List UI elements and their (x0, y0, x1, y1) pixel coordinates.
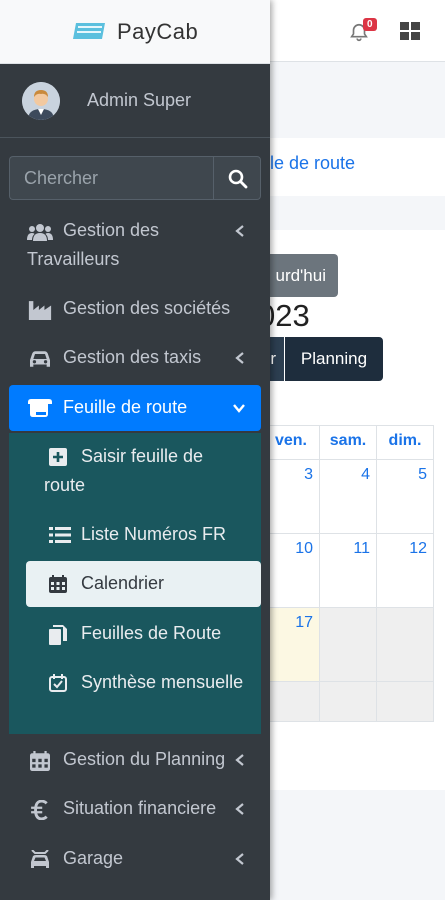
sidebar-item-label: Feuille de route (63, 397, 188, 417)
brand-name: PayCab (117, 19, 199, 44)
scroll-icon (28, 399, 52, 417)
sidebar-item-label: Gestion des sociétés (63, 298, 231, 318)
search-input[interactable] (9, 156, 214, 200)
user-avatar-icon (22, 82, 60, 120)
calendar-day[interactable] (319, 607, 377, 682)
sidebar-item-travailleurs[interactable]: Gestion des Travailleurs (9, 216, 261, 274)
calendar-day[interactable]: 11 (319, 533, 377, 608)
sidebar-item-garage[interactable]: Garage (9, 844, 261, 874)
avatar (22, 82, 60, 120)
chevron-left-icon (235, 853, 244, 865)
submenu-item-liste-numeros[interactable]: Liste Numéros FR (9, 520, 261, 550)
user-panel[interactable]: Admin Super (0, 64, 270, 138)
calendar-day[interactable]: 3 (262, 459, 320, 534)
search-icon (228, 169, 248, 189)
sidebar-item-label: Gestion des Travailleurs (27, 220, 160, 269)
sidebar-item-planning[interactable]: Gestion du Planning (9, 745, 261, 775)
submenu-item-label: Feuilles de Route (81, 623, 222, 643)
copy-icon (49, 625, 67, 645)
weekday-header[interactable]: dim. (376, 425, 434, 460)
search-button[interactable] (213, 156, 261, 200)
submenu-item-calendrier[interactable]: Calendrier (26, 561, 261, 607)
submenu-item-label: Liste Numéros FR (81, 524, 227, 544)
weekday-header[interactable]: sam. (319, 425, 377, 460)
submenu-item-synthese[interactable]: Synthèse mensuelle (9, 668, 261, 726)
sidebar-item-label: Garage (63, 848, 124, 868)
calendar-day[interactable] (376, 681, 434, 722)
sidebar-item-label: Gestion des taxis (63, 347, 202, 367)
breadcrumb-link[interactable]: ille de route (262, 153, 355, 174)
notification-badge: 0 (363, 18, 377, 31)
list-icon (49, 527, 71, 543)
sidebar-item-label: Situation financiere (63, 798, 217, 818)
calendar-grid: ven. sam. dim. 3 4 5 10 11 12 17 (262, 425, 434, 722)
chevron-left-icon (235, 352, 244, 364)
calendar-day[interactable] (319, 681, 377, 722)
industry-icon (28, 301, 52, 320)
calendar-day[interactable] (376, 607, 434, 682)
calendar-day[interactable]: 12 (376, 533, 434, 608)
submenu-item-label: Synthèse mensuelle (81, 672, 244, 692)
calendar-icon (30, 751, 50, 771)
calendar-day[interactable]: 5 (376, 459, 434, 534)
calendar-day[interactable]: 10 (262, 533, 320, 608)
user-name: Admin Super (87, 90, 192, 110)
euro-icon (31, 800, 48, 820)
sidebar-item-societes[interactable]: Gestion des sociétés (9, 294, 261, 324)
feuille-de-route-submenu: Saisir feuille de route Liste Numéros FR… (9, 433, 261, 734)
weekday-header[interactable]: ven. (262, 425, 320, 460)
calendar-day[interactable] (262, 681, 320, 722)
sidebar: PayCab Admin Super Chercher Gestion des … (0, 0, 270, 900)
calendar-day-today[interactable]: 17 (262, 607, 320, 682)
brand[interactable]: PayCab (0, 0, 270, 64)
submenu-item-label: Calendrier (81, 573, 165, 593)
sidebar-item-taxis[interactable]: Gestion des taxis (9, 343, 261, 373)
sidebar-search (9, 156, 261, 200)
paycab-logo-icon (73, 23, 105, 39)
apps-grid-icon[interactable] (400, 22, 420, 40)
chevron-left-icon (235, 225, 244, 237)
chevron-down-icon (233, 404, 245, 413)
sidebar-item-finances[interactable]: Situation financiere (9, 794, 261, 824)
sidebar-item-label: Gestion du Planning (63, 749, 226, 769)
submenu-item-saisir[interactable]: Saisir feuille de route (9, 442, 261, 500)
submenu-item-label: Saisir feuille de route (44, 446, 204, 495)
sidebar-item-feuille-de-route[interactable]: Feuille de route (9, 385, 261, 431)
submenu-item-feuilles[interactable]: Feuilles de Route (9, 619, 261, 649)
calendar-day[interactable]: 4 (319, 459, 377, 534)
calendar-icon (49, 575, 67, 593)
car-icon (30, 351, 50, 367)
chevron-left-icon (235, 754, 244, 766)
car-repair-icon (31, 850, 49, 868)
chevron-left-icon (235, 803, 244, 815)
planning-view-button[interactable]: Planning (285, 337, 383, 381)
